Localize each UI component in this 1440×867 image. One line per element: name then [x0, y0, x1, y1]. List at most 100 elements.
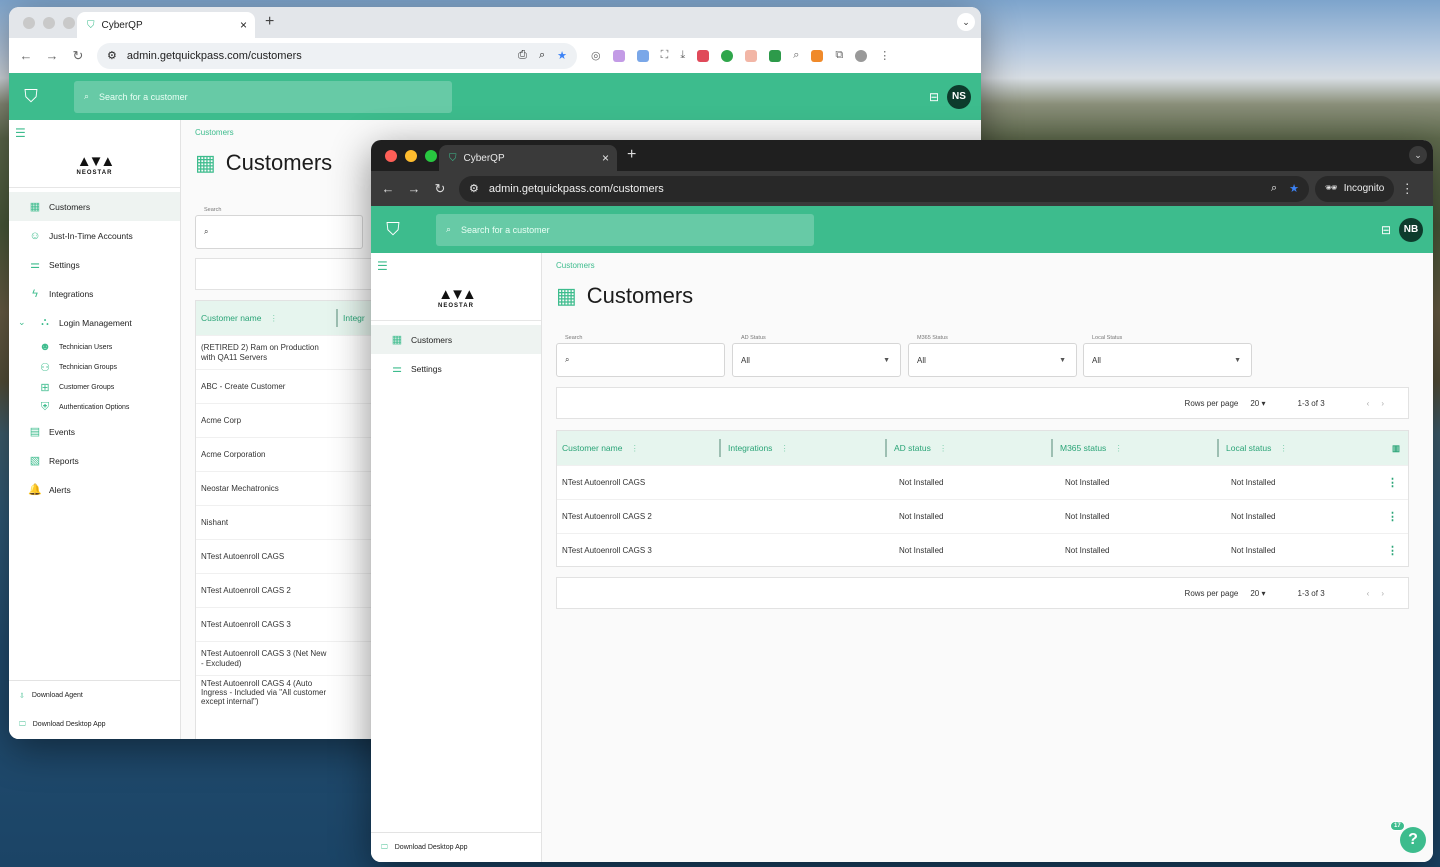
table-row[interactable]: NTest Autoenroll CAGS 2: [196, 573, 395, 607]
briefcase-icon[interactable]: ⊟: [1381, 223, 1391, 237]
row-actions-icon[interactable]: ⋮: [1387, 510, 1398, 523]
cell-name[interactable]: NTest Autoenroll CAGS 3: [557, 546, 724, 555]
sidebar-item-login-management[interactable]: ⌄ ⛬ Login Management: [9, 308, 180, 337]
sidebar-item-integrations[interactable]: ϟ Integrations: [9, 279, 180, 308]
extension-orange-icon[interactable]: [811, 49, 824, 62]
reload-button[interactable]: ↻: [65, 48, 91, 64]
new-tab-button[interactable]: +: [627, 146, 636, 164]
customer-search-input[interactable]: ⌕ Search for a customer: [74, 80, 452, 113]
next-page-icon[interactable]: ›: [1381, 399, 1384, 408]
table-row[interactable]: NTest Autoenroll CAGS 4 (Auto Ingress - …: [196, 675, 395, 709]
minimize-window-button[interactable]: [405, 150, 417, 162]
sidebar-item-customers[interactable]: ▦ Customers: [9, 192, 180, 221]
profile-icon[interactable]: [855, 49, 868, 62]
forward-button[interactable]: →: [39, 48, 65, 63]
zoom-icon[interactable]: ⌕: [539, 49, 545, 62]
close-window-button[interactable]: [23, 17, 35, 29]
address-bar[interactable]: ⚙ admin.getquickpass.com/customers ⌕ ★: [459, 175, 1309, 202]
prev-page-icon[interactable]: ‹: [1367, 399, 1370, 408]
local-status-select[interactable]: Local Status All ▼: [1083, 335, 1252, 377]
zoom-window-button[interactable]: [425, 150, 437, 162]
table-row[interactable]: Acme Corp: [196, 403, 395, 437]
table-row[interactable]: ABC - Create Customer: [196, 369, 395, 403]
menu-kebab-icon[interactable]: ⋮: [1394, 181, 1420, 197]
column-menu-icon[interactable]: ⋮: [939, 443, 948, 454]
column-integrations[interactable]: Integr: [338, 301, 365, 335]
sidebar-item-customers[interactable]: ▦ Customers: [371, 325, 541, 354]
customer-name-cell[interactable]: NTest Autoenroll CAGS: [196, 552, 331, 561]
table-row[interactable]: Acme Corporation: [196, 437, 395, 471]
column-local-status[interactable]: Local status ⋮: [1219, 431, 1379, 465]
customer-name-cell[interactable]: Acme Corporation: [196, 450, 331, 459]
extension-red-icon[interactable]: [697, 49, 710, 62]
browser-tab[interactable]: ⛉ CyberQP ×: [77, 12, 255, 38]
minimize-window-button[interactable]: [43, 17, 55, 29]
column-m365-status[interactable]: M365 status ⋮: [1053, 431, 1217, 465]
bookmark-star-icon[interactable]: ★: [557, 49, 567, 62]
column-menu-icon[interactable]: ⋮: [780, 443, 789, 454]
download-agent-link[interactable]: ⇩ Download Agent: [9, 681, 180, 710]
row-actions-icon[interactable]: ⋮: [1387, 476, 1398, 489]
close-window-button[interactable]: [385, 150, 397, 162]
customer-name-cell[interactable]: ABC - Create Customer: [196, 382, 331, 391]
customer-name-cell[interactable]: NTest Autoenroll CAGS 3: [196, 620, 331, 629]
browser-tab[interactable]: ⛉ CyberQP ×: [439, 145, 617, 171]
bookmark-star-icon[interactable]: ★: [1289, 182, 1299, 195]
cell-name[interactable]: NTest Autoenroll CAGS 2: [557, 512, 724, 521]
extension-pen-icon[interactable]: [612, 49, 625, 62]
download-desktop-link[interactable]: 🖵 Download Desktop App: [9, 710, 180, 739]
customer-search-input[interactable]: ⌕ Search for a customer: [436, 213, 814, 246]
close-tab-icon[interactable]: ×: [602, 151, 609, 165]
reload-button[interactable]: ↻: [427, 181, 453, 197]
table-row[interactable]: Nishant: [196, 505, 395, 539]
puzzle-icon[interactable]: ⧉: [835, 49, 843, 62]
cyberqp-logo-icon[interactable]: ⛉: [9, 86, 53, 107]
extension-grammar-icon[interactable]: [721, 49, 734, 62]
customer-name-cell[interactable]: (RETIRED 2) Ram on Production with QA11 …: [196, 343, 331, 361]
install-app-icon[interactable]: ⎙: [518, 49, 527, 62]
tab-search-button[interactable]: ⌄: [957, 13, 975, 31]
rows-per-page-select[interactable]: 20 ▾: [1250, 399, 1265, 408]
table-row[interactable]: Neostar Mechatronics: [196, 471, 395, 505]
ad-status-select[interactable]: AD Status All ▼: [732, 335, 901, 377]
sidebar-item-technician-users[interactable]: ☻ Technician Users: [9, 337, 180, 357]
column-menu-icon[interactable]: ⋮: [1114, 443, 1123, 454]
rows-per-page-select[interactable]: 20 ▾: [1250, 589, 1265, 598]
address-bar[interactable]: ⚙ admin.getquickpass.com/customers ⎙ ⌕ ★: [97, 42, 577, 69]
incognito-indicator[interactable]: 🕶 Incognito: [1315, 175, 1395, 202]
briefcase-icon[interactable]: ⊟: [929, 90, 939, 104]
search-field[interactable]: Search ⌕: [556, 335, 725, 377]
prev-page-icon[interactable]: ‹: [1367, 589, 1370, 598]
sidebar-item-reports[interactable]: ▧ Reports: [9, 446, 180, 475]
zoom-icon[interactable]: ⌕: [1271, 182, 1277, 195]
sidebar-item-settings[interactable]: ⚌ Settings: [371, 354, 541, 383]
download-icon[interactable]: ⤓: [680, 49, 685, 62]
sidebar-item-alerts[interactable]: 🔔 Alerts: [9, 475, 180, 504]
zoom-window-button[interactable]: [63, 17, 75, 29]
help-button[interactable]: 17 ?: [1390, 821, 1426, 853]
extension-doc-icon[interactable]: [636, 49, 649, 62]
back-button[interactable]: ←: [375, 181, 401, 196]
sidebar-item-authentication-options[interactable]: ⛨ Authentication Options: [9, 397, 180, 417]
sidebar-item-technician-groups[interactable]: ⚇ Technician Groups: [9, 357, 180, 377]
customer-name-cell[interactable]: Nishant: [196, 518, 331, 527]
table-row[interactable]: NTest Autoenroll CAGS Not Installed Not In…: [557, 465, 1408, 499]
customer-name-cell[interactable]: NTest Autoenroll CAGS 4 (Auto Ingress - …: [196, 679, 331, 707]
table-row[interactable]: NTest Autoenroll CAGS 3 (Net New - Exclu…: [196, 641, 395, 675]
sidebar-item-events[interactable]: ▤ Events: [9, 417, 180, 446]
cyberqp-logo-icon[interactable]: ⛉: [371, 219, 415, 240]
compass-icon[interactable]: ◎: [591, 49, 601, 62]
customer-name-cell[interactable]: NTest Autoenroll CAGS 3 (Net New - Exclu…: [196, 649, 331, 667]
table-row[interactable]: (RETIRED 2) Ram on Production with QA11 …: [196, 335, 395, 369]
cell-name[interactable]: NTest Autoenroll CAGS: [557, 478, 724, 487]
column-ad-status[interactable]: AD status ⋮: [887, 431, 1051, 465]
breadcrumb[interactable]: Customers: [556, 261, 595, 270]
table-row[interactable]: NTest Autoenroll CAGS 3 Not Installed Not …: [557, 533, 1408, 567]
sidebar-item-customer-groups[interactable]: ⊞ Customer Groups: [9, 377, 180, 397]
column-customer-name[interactable]: Customer name ⋮: [196, 301, 336, 335]
close-tab-icon[interactable]: ×: [240, 18, 247, 32]
sidebar-item-settings[interactable]: ⚌ Settings: [9, 250, 180, 279]
back-button[interactable]: ←: [13, 48, 39, 63]
avatar[interactable]: NB: [1399, 217, 1423, 242]
column-customer-name[interactable]: Customer name ⋮: [557, 431, 719, 465]
